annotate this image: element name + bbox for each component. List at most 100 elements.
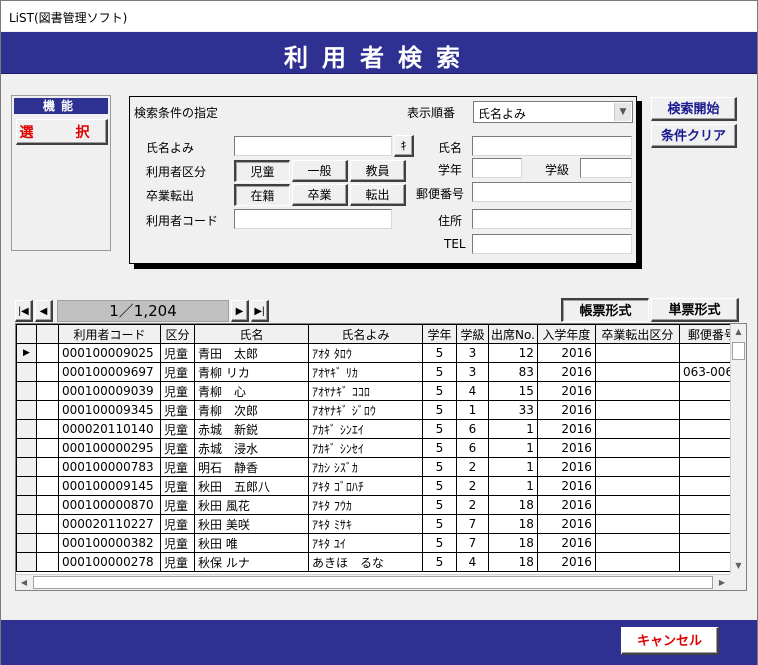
cell-class[interactable]: 7 <box>456 533 489 553</box>
cell-name[interactable]: 赤城 浸水 <box>194 438 309 458</box>
horizontal-scrollbar[interactable]: ◀ ▶ <box>16 574 730 590</box>
prev-record-icon[interactable]: ◀ <box>35 300 53 322</box>
table-row[interactable]: 000100000870 児童 秋田 風花 ｱｷﾀ ﾌｳｶ 5 2 18 2016 <box>16 495 745 515</box>
user-code-input[interactable] <box>234 209 392 229</box>
user-type-child-button[interactable]: 児童 <box>234 160 290 182</box>
cell-class[interactable]: 3 <box>456 343 489 363</box>
status-enrolled-button[interactable]: 在籍 <box>234 184 290 206</box>
user-type-general-button[interactable]: 一般 <box>292 160 348 182</box>
cell-type[interactable]: 児童 <box>160 343 195 363</box>
cell-year[interactable]: 2016 <box>536 381 596 401</box>
chevron-down-icon[interactable]: ▼ <box>614 103 631 121</box>
cell-kana[interactable]: ｱｷﾀ ｺﾞﾛﾊﾁ <box>308 476 423 496</box>
cell-name[interactable]: 明石 静香 <box>194 457 309 477</box>
cancel-button[interactable]: キャンセル <box>621 627 719 655</box>
cell-no[interactable]: 18 <box>488 533 538 553</box>
cell-status[interactable] <box>594 495 680 515</box>
cell-name[interactable]: 秋田 風花 <box>194 495 309 515</box>
clear-conditions-button[interactable]: 条件クリア <box>651 124 737 148</box>
cell-grade[interactable]: 5 <box>422 533 457 553</box>
column-header[interactable]: 出席No. <box>488 324 538 344</box>
column-header[interactable]: 学年 <box>422 324 457 344</box>
column-header[interactable]: 入学年度 <box>536 324 596 344</box>
table-row[interactable]: 000020110227 児童 秋田 美咲 ｱｷﾀ ﾐｻｷ 5 7 18 2016 <box>16 514 745 534</box>
cell-no[interactable]: 1 <box>488 438 538 458</box>
cell-grade[interactable]: 5 <box>422 438 457 458</box>
cell-status[interactable] <box>594 381 680 401</box>
cell-kana[interactable]: ｱｷﾀ ﾐｻｷ <box>308 514 423 534</box>
cell-grade[interactable]: 5 <box>422 400 457 420</box>
cell-name[interactable]: 青柳 リカ <box>194 362 309 382</box>
cell-grade[interactable]: 5 <box>422 343 457 363</box>
cell-no[interactable]: 12 <box>488 343 538 363</box>
cell-name[interactable]: 秋田 唯 <box>194 533 309 553</box>
table-row[interactable]: 000100000382 児童 秋田 唯ｱｷﾀ ﾕｲ 5 7 18 2016 <box>16 533 745 553</box>
cell-type[interactable]: 児童 <box>160 476 195 496</box>
cell-year[interactable]: 2016 <box>536 419 596 439</box>
cell-code[interactable]: 000100000278 <box>58 552 161 572</box>
column-header[interactable]: 氏名 <box>194 324 309 344</box>
postal-code-input[interactable] <box>472 182 632 202</box>
cell-name[interactable]: 青柳 心 <box>194 381 309 401</box>
status-transferred-button[interactable]: 転出 <box>350 184 406 206</box>
row-selector[interactable] <box>16 400 37 420</box>
cell-type[interactable]: 児童 <box>160 533 195 553</box>
cell-grade[interactable]: 5 <box>422 457 457 477</box>
cell-no[interactable]: 83 <box>488 362 538 382</box>
cell-name[interactable]: 青柳 次郎 <box>194 400 309 420</box>
cell-grade[interactable]: 5 <box>422 476 457 496</box>
table-row[interactable]: 000100000295 児童 赤城 浸水 ｱｶｷﾞ ｼﾝｾｲ 5 6 1 2016 <box>16 438 745 458</box>
tel-input[interactable] <box>472 234 632 254</box>
column-header[interactable]: 学級 <box>456 324 489 344</box>
cell-code[interactable]: 000100009039 <box>58 381 161 401</box>
cell-kana[interactable]: ｱｶｷﾞ ｼﾝｴｲ <box>308 419 423 439</box>
next-record-icon[interactable]: ▶ <box>231 300 249 322</box>
vertical-scrollbar[interactable]: ▲ ▼ <box>730 324 746 574</box>
class-input[interactable] <box>580 158 632 178</box>
cell-code[interactable]: 000100000870 <box>58 495 161 515</box>
cell-type[interactable]: 児童 <box>160 457 195 477</box>
cell-year[interactable]: 2016 <box>536 438 596 458</box>
cell-type[interactable]: 児童 <box>160 381 195 401</box>
scroll-left-icon[interactable]: ◀ <box>16 575 32 590</box>
cell-no[interactable]: 18 <box>488 514 538 534</box>
cell-status[interactable] <box>594 419 680 439</box>
cell-code[interactable]: 000100000783 <box>58 457 161 477</box>
cell-status[interactable] <box>594 343 680 363</box>
cell-class[interactable]: 7 <box>456 514 489 534</box>
row-selector[interactable] <box>16 533 37 553</box>
row-selector[interactable] <box>16 457 37 477</box>
cell-no[interactable]: 1 <box>488 457 538 477</box>
sort-order-select[interactable]: 氏名よみ ▼ <box>473 101 633 123</box>
row-selector[interactable] <box>16 362 37 382</box>
cell-name[interactable]: 秋田 美咲 <box>194 514 309 534</box>
cell-no[interactable]: 18 <box>488 495 538 515</box>
cell-type[interactable]: 児童 <box>160 514 195 534</box>
search-start-button[interactable]: 検索開始 <box>651 97 737 121</box>
cell-class[interactable]: 2 <box>456 457 489 477</box>
cell-code[interactable]: 000020110227 <box>58 514 161 534</box>
cell-year[interactable]: 2016 <box>536 400 596 420</box>
cell-class[interactable]: 1 <box>456 400 489 420</box>
user-type-teacher-button[interactable]: 教員 <box>350 160 406 182</box>
cell-class[interactable]: 6 <box>456 419 489 439</box>
cell-code[interactable]: 000020110140 <box>58 419 161 439</box>
row-selector[interactable] <box>16 381 37 401</box>
cell-type[interactable]: 児童 <box>160 552 195 572</box>
cell-class[interactable]: 6 <box>456 438 489 458</box>
cell-no[interactable]: 1 <box>488 419 538 439</box>
name-input[interactable] <box>472 136 632 156</box>
cell-grade[interactable]: 5 <box>422 495 457 515</box>
cell-status[interactable] <box>594 552 680 572</box>
cell-year[interactable]: 2016 <box>536 457 596 477</box>
cell-name[interactable]: 青田 太郎 <box>194 343 309 363</box>
cell-class[interactable]: 4 <box>456 381 489 401</box>
horizontal-scroll-thumb[interactable] <box>33 576 713 589</box>
row-selector[interactable] <box>16 419 37 439</box>
cell-class[interactable]: 2 <box>456 495 489 515</box>
cell-kana[interactable]: ｱｵﾔﾅｷﾞ ｺｺﾛ <box>308 381 423 401</box>
cell-no[interactable]: 15 <box>488 381 538 401</box>
cell-class[interactable]: 2 <box>456 476 489 496</box>
tab-form-view[interactable]: 帳票形式 <box>561 298 649 322</box>
cell-grade[interactable]: 5 <box>422 552 457 572</box>
